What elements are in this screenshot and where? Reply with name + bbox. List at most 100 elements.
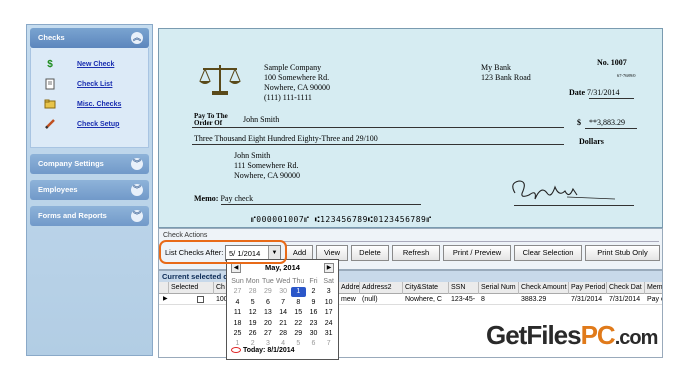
calendar-day[interactable]: 22 (291, 319, 306, 329)
calendar-day[interactable]: 30 (276, 287, 291, 297)
sidebar-item-misc-checks[interactable]: Misc. Checks (31, 94, 148, 114)
calendar-day[interactable]: 29 (260, 287, 275, 297)
column-header[interactable]: Address2 (360, 282, 403, 294)
calendar-day[interactable]: 27 (260, 329, 275, 339)
print-preview-button[interactable]: Print / Preview (443, 245, 511, 261)
company-address2: Nowhere, CA 90000 (264, 83, 330, 92)
column-header[interactable]: SSN (449, 282, 479, 294)
company-settings-panel-header[interactable]: Company Settings ︾ (30, 154, 149, 174)
selected-checkbox[interactable] (195, 294, 205, 305)
calendar-day[interactable]: 26 (245, 329, 260, 339)
bank-block: My Bank 123 Bank Road (481, 63, 531, 83)
check-preview: Sample Company 100 Somewhere Rd. Nowhere… (158, 28, 663, 228)
cell-ssn: 123-45- (451, 296, 476, 303)
calendar-day[interactable]: 28 (245, 287, 260, 297)
column-header[interactable]: Address1 (339, 282, 360, 294)
calendar-day[interactable]: 6 (306, 339, 321, 349)
calendar-day[interactable]: 1 (290, 287, 306, 298)
calendar-day[interactable]: 29 (291, 329, 306, 339)
calendar-day[interactable]: 17 (321, 308, 336, 318)
currency-symbol: $ (577, 118, 581, 127)
calendar-day[interactable]: 23 (306, 319, 321, 329)
column-header[interactable]: Serial Num (479, 282, 519, 294)
dollars-label: Dollars (579, 137, 604, 146)
sidebar-item-label[interactable]: New Check (77, 61, 114, 68)
column-header[interactable]: City&State (403, 282, 449, 294)
calendar-day[interactable]: 3 (321, 287, 336, 297)
calendar-today-row[interactable]: Today: 8/1/2014 (231, 347, 295, 354)
calendar-today-label[interactable]: Today: 8/1/2014 (243, 347, 295, 354)
column-header[interactable]: Check Amount (519, 282, 569, 294)
employees-panel-header[interactable]: Employees ︾ (30, 180, 149, 200)
forms-reports-title: Forms and Reports (38, 211, 107, 220)
cell-memo: Pay c (647, 296, 663, 303)
calendar-day[interactable]: 30 (306, 329, 321, 339)
print-stub-only-button[interactable]: Print Stub Only (585, 245, 660, 261)
checks-panel-header[interactable]: Checks ︽ (30, 28, 149, 48)
chevron-down-icon[interactable]: ︾ (131, 158, 143, 170)
calendar-day[interactable]: 10 (321, 298, 336, 308)
payee-address-name: John Smith (234, 151, 271, 160)
watermark-part1: GetFiles (486, 320, 582, 350)
calendar-day[interactable]: 4 (230, 298, 245, 308)
delete-button[interactable]: Delete (351, 245, 389, 261)
calendar-weekday: Tue (261, 278, 274, 285)
sidebar-item-check-setup[interactable]: Check Setup (31, 114, 148, 134)
calendar-day[interactable]: 31 (321, 329, 336, 339)
cell-serial-num: 8 (481, 296, 485, 303)
calendar-day[interactable]: 6 (260, 298, 275, 308)
company-block: Sample Company 100 Somewhere Rd. Nowhere… (264, 63, 330, 103)
calendar-day[interactable]: 5 (245, 298, 260, 308)
pencil-icon (43, 117, 57, 131)
chevron-up-icon[interactable]: ︽ (131, 32, 143, 44)
chevron-down-icon[interactable]: ︾ (131, 210, 143, 222)
calendar-day[interactable]: 13 (260, 308, 275, 318)
calendar-day[interactable]: 7 (321, 339, 336, 349)
column-header[interactable]: Selected (169, 282, 214, 294)
column-header[interactable]: Pay Period (569, 282, 607, 294)
calendar-day[interactable]: 18 (230, 319, 245, 329)
calendar-day[interactable]: 15 (291, 308, 306, 318)
calendar-day[interactable]: 9 (306, 298, 321, 308)
sidebar-item-label[interactable]: Check List (77, 81, 112, 88)
sidebar-item-check-list[interactable]: Check List (31, 74, 148, 94)
cell-pay-period: 7/31/2014 (571, 296, 603, 303)
company-address1: 100 Somewhere Rd. (264, 73, 330, 82)
company-settings-title: Company Settings (38, 159, 104, 168)
calendar-day[interactable]: 28 (276, 329, 291, 339)
bank-name: My Bank (481, 63, 511, 72)
column-header[interactable]: Memo (645, 282, 662, 294)
signature-image (512, 180, 616, 200)
calendar-day[interactable]: 20 (260, 319, 275, 329)
payee-address-line1: 111 Somewhere Rd. (234, 161, 299, 170)
sidebar-item-label[interactable]: Check Setup (77, 121, 119, 128)
previous-month-button[interactable]: ◀ (231, 263, 241, 273)
clear-selection-button[interactable]: Clear Selection (514, 245, 582, 261)
watermark-part2: PC (580, 320, 616, 350)
row-pointer-icon: ▶ (163, 296, 168, 302)
date-picker-calendar: May, 2014 ◀ ▶ Sun Mon Tue Wed Thu Fri Sat 27 28 2… (226, 259, 339, 360)
sidebar-item-label[interactable]: Misc. Checks (77, 101, 121, 108)
calendar-day[interactable]: 8 (291, 298, 306, 308)
forms-reports-panel-header[interactable]: Forms and Reports ︾ (30, 206, 149, 226)
company-name: Sample Company (264, 63, 322, 72)
calendar-day[interactable]: 24 (321, 319, 336, 329)
scales-logo-icon (199, 65, 241, 95)
calendar-day[interactable]: 16 (306, 308, 321, 318)
calendar-day[interactable]: 12 (245, 308, 260, 318)
calendar-day[interactable]: 25 (230, 329, 245, 339)
check-date: 7/31/2014 (587, 88, 620, 97)
calendar-day[interactable]: 11 (230, 308, 245, 318)
calendar-day[interactable]: 14 (276, 308, 291, 318)
chevron-down-icon[interactable]: ︾ (131, 184, 143, 196)
calendar-day[interactable]: 27 (230, 287, 245, 297)
sidebar-item-new-check[interactable]: $ New Check (31, 54, 148, 74)
calendar-day[interactable]: 7 (276, 298, 291, 308)
next-month-button[interactable]: ▶ (324, 263, 334, 273)
calendar-day[interactable]: 21 (276, 319, 291, 329)
column-header[interactable]: Check Dat (607, 282, 645, 294)
payee-address-line2: Nowhere, CA 90000 (234, 171, 300, 180)
calendar-day[interactable]: 19 (245, 319, 260, 329)
calendar-day[interactable]: 2 (306, 287, 321, 297)
refresh-button[interactable]: Refresh (392, 245, 440, 261)
